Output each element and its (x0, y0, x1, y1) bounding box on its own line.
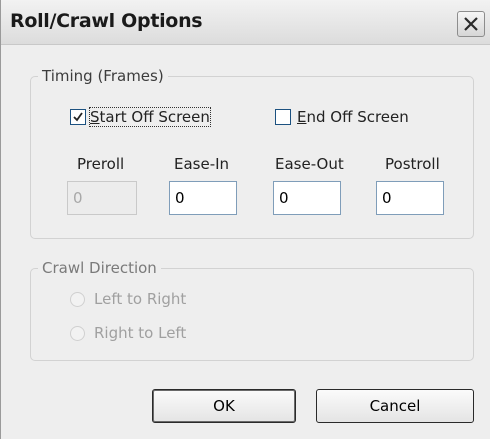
left-to-right-label[interactable]: Left to Right (94, 290, 186, 308)
right-to-left-radio[interactable] (70, 326, 85, 341)
postroll-label: Postroll (385, 155, 440, 173)
ease-in-label: Ease-In (174, 155, 230, 173)
start-off-screen-label[interactable]: Start Off Screen (89, 107, 211, 127)
end-off-screen-checkbox[interactable] (275, 109, 291, 125)
crawl-direction-legend: Crawl Direction (38, 259, 161, 277)
start-off-screen-checkbox[interactable] (70, 109, 86, 125)
timing-group-legend: Timing (Frames) (38, 67, 168, 85)
roll-crawl-options-dialog: Roll/Crawl Options Timing (Frames) Start… (0, 0, 490, 439)
close-icon (464, 17, 478, 31)
ease-out-field[interactable]: 0 (273, 181, 341, 215)
crawl-direction-group (30, 268, 474, 361)
preroll-field: 0 (67, 181, 137, 215)
ease-in-field[interactable]: 0 (169, 181, 237, 215)
ease-out-label: Ease-Out (275, 155, 344, 173)
left-to-right-radio[interactable] (70, 292, 85, 307)
checkmark-icon (73, 112, 83, 122)
cancel-button[interactable]: Cancel (316, 389, 474, 423)
right-to-left-label[interactable]: Right to Left (94, 324, 186, 342)
postroll-field[interactable]: 0 (376, 181, 444, 215)
window-title: Roll/Crawl Options (10, 10, 203, 32)
ok-button[interactable]: OK (152, 389, 296, 423)
preroll-label: Preroll (77, 155, 125, 173)
close-button[interactable] (457, 11, 485, 37)
end-off-screen-label[interactable]: End Off Screen (297, 108, 409, 126)
title-bar[interactable]: Roll/Crawl Options (1, 0, 490, 45)
